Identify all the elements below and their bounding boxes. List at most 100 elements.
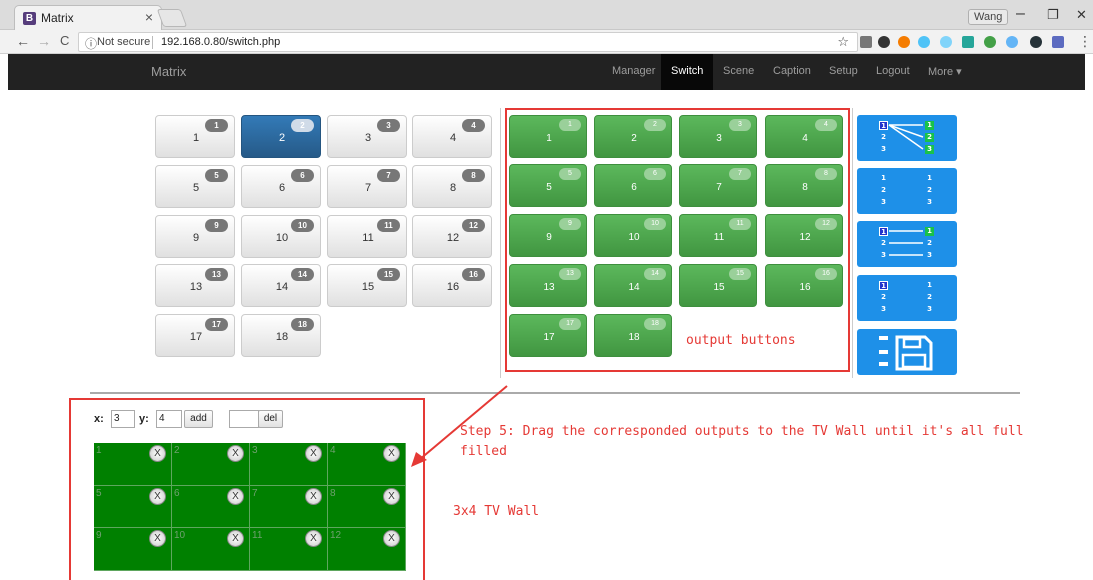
tv-wall-cell-7[interactable]: 7X — [250, 485, 328, 529]
browser-tab[interactable]: B Matrix × — [14, 5, 162, 31]
input-button-9[interactable]: 99 — [155, 215, 235, 258]
tv-wall-cell-9[interactable]: 9X — [94, 528, 172, 571]
forward-icon[interactable]: → — [37, 33, 51, 49]
input-button-5[interactable]: 55 — [155, 165, 235, 208]
remove-cell-icon[interactable]: X — [383, 445, 400, 462]
input-button-1[interactable]: 11 — [155, 115, 235, 158]
output-button-4[interactable]: 44 — [765, 115, 843, 158]
output-button-18[interactable]: 18 18 — [594, 314, 672, 357]
output-button-13[interactable]: 13 13 — [509, 264, 587, 307]
output-button-3[interactable]: 33 — [679, 115, 757, 158]
output-button-9[interactable]: 99 — [509, 214, 587, 257]
tv-wall-cell-6[interactable]: 6X — [172, 485, 250, 529]
output-button-15[interactable]: 15 15 — [679, 264, 757, 307]
input-button-13[interactable]: 13 13 — [155, 264, 235, 307]
tv-wall-cell-3[interactable]: 3X — [250, 443, 328, 486]
input-button-10[interactable]: 10 10 — [241, 215, 321, 258]
extension-icon-3[interactable] — [898, 36, 910, 48]
output-button-11[interactable]: 11 11 — [679, 214, 757, 257]
extension-icon-4[interactable] — [918, 36, 930, 48]
extension-icon-10[interactable] — [1052, 36, 1064, 48]
input-button-7[interactable]: 77 — [327, 165, 407, 208]
minimize-icon[interactable]: – — [1016, 5, 1025, 23]
tv-wall-cell-11[interactable]: 11 X — [250, 528, 328, 571]
del-input[interactable] — [229, 410, 259, 428]
extension-icon-5[interactable] — [940, 36, 952, 48]
clear-mode-button[interactable]: 123123 — [857, 275, 957, 321]
extension-icon-6[interactable] — [962, 36, 974, 48]
nav-more-dropdown[interactable]: More ▾ — [928, 65, 962, 78]
tv-wall-grid[interactable]: 1 X 2 X 3 X 4 X 5 X 6 X 7 X 8 X 9 X 10 X 11 X 12 X — [94, 443, 406, 571]
input-button-8[interactable]: 88 — [412, 165, 492, 208]
address-bar[interactable]: ⓘ Not secure 192.168.0.80/switch.php ☆ — [78, 32, 858, 52]
url-text[interactable]: 192.168.0.80/switch.php — [161, 36, 280, 48]
input-button-16[interactable]: 16 16 — [412, 264, 492, 307]
output-button-17[interactable]: 17 17 — [509, 314, 587, 357]
remove-cell-icon[interactable]: X — [305, 530, 322, 548]
bookmark-star-icon[interactable]: ☆ — [837, 34, 849, 50]
chrome-menu-icon[interactable]: ⋮ — [1078, 33, 1092, 50]
output-button-14[interactable]: 14 14 — [594, 264, 672, 307]
nav-switch[interactable]: Switch — [661, 54, 714, 90]
tab-close-icon[interactable]: × — [145, 9, 153, 25]
tv-wall-cell-8[interactable]: 8X — [328, 485, 406, 529]
profile-name[interactable]: Wang — [968, 9, 1009, 25]
one-to-one-mode-button[interactable]: 123123 — [857, 221, 957, 267]
navbar-brand[interactable]: Matrix — [151, 64, 186, 79]
remove-cell-icon[interactable]: X — [227, 487, 244, 505]
tv-wall-cell-10[interactable]: 10 X — [172, 528, 250, 571]
input-button-18[interactable]: 18 18 — [241, 314, 321, 357]
output-button-10[interactable]: 10 10 — [594, 214, 672, 257]
extension-icon-1[interactable] — [860, 36, 872, 48]
output-button-8[interactable]: 88 — [765, 164, 843, 207]
disconnect-mode-button[interactable]: 123123 — [857, 168, 957, 214]
input-button-12[interactable]: 12 12 — [412, 215, 492, 258]
reload-icon[interactable]: C — [60, 33, 69, 48]
input-button-4[interactable]: 44 — [412, 115, 492, 158]
input-button-11[interactable]: 11 11 — [327, 215, 407, 258]
extension-icon-7[interactable] — [984, 36, 996, 48]
nav-caption[interactable]: Caption — [773, 65, 811, 77]
input-button-15[interactable]: 15 15 — [327, 264, 407, 307]
save-button[interactable] — [857, 329, 957, 375]
output-button-16[interactable]: 16 16 — [765, 264, 843, 307]
nav-setup[interactable]: Setup — [829, 65, 858, 77]
input-button-2[interactable]: 22 — [241, 115, 321, 158]
add-button[interactable]: add — [184, 410, 213, 428]
remove-cell-icon[interactable]: X — [383, 487, 400, 505]
nav-manager[interactable]: Manager — [612, 65, 655, 77]
y-input[interactable]: 4 — [156, 410, 182, 428]
remove-cell-icon[interactable]: X — [149, 445, 166, 462]
back-icon[interactable]: ← — [16, 33, 30, 49]
nav-scene[interactable]: Scene — [723, 65, 754, 77]
extension-icon-8[interactable] — [1006, 36, 1018, 48]
nav-logout[interactable]: Logout — [876, 65, 910, 77]
output-button-7[interactable]: 77 — [679, 164, 757, 207]
one-to-all-mode-button[interactable]: 123123 — [857, 115, 957, 161]
input-button-17[interactable]: 17 17 — [155, 314, 235, 357]
output-button-6[interactable]: 66 — [594, 164, 672, 207]
remove-cell-icon[interactable]: X — [149, 530, 166, 548]
extension-icon-2[interactable] — [878, 36, 890, 48]
output-button-5[interactable]: 55 — [509, 164, 587, 207]
remove-cell-icon[interactable]: X — [383, 530, 400, 548]
window-close-icon[interactable]: ✕ — [1076, 7, 1087, 23]
remove-cell-icon[interactable]: X — [305, 487, 322, 505]
output-button-2[interactable]: 22 — [594, 115, 672, 158]
tv-wall-cell-5[interactable]: 5X — [94, 485, 172, 529]
output-button-1[interactable]: 11 — [509, 115, 587, 158]
extension-icon-9[interactable] — [1030, 36, 1042, 48]
input-button-14[interactable]: 14 14 — [241, 264, 321, 307]
input-button-3[interactable]: 33 — [327, 115, 407, 158]
tv-wall-cell-1[interactable]: 1X — [94, 443, 172, 486]
remove-cell-icon[interactable]: X — [149, 487, 166, 505]
remove-cell-icon[interactable]: X — [227, 445, 244, 462]
new-tab-button[interactable] — [156, 9, 188, 27]
remove-cell-icon[interactable]: X — [305, 445, 322, 462]
tv-wall-cell-12[interactable]: 12 X — [328, 528, 406, 571]
tv-wall-cell-2[interactable]: 2X — [172, 443, 250, 486]
input-button-6[interactable]: 66 — [241, 165, 321, 208]
restore-icon[interactable]: ❐ — [1047, 7, 1059, 23]
del-button[interactable]: del — [258, 410, 283, 428]
tv-wall-cell-4[interactable]: 4X — [328, 443, 406, 486]
